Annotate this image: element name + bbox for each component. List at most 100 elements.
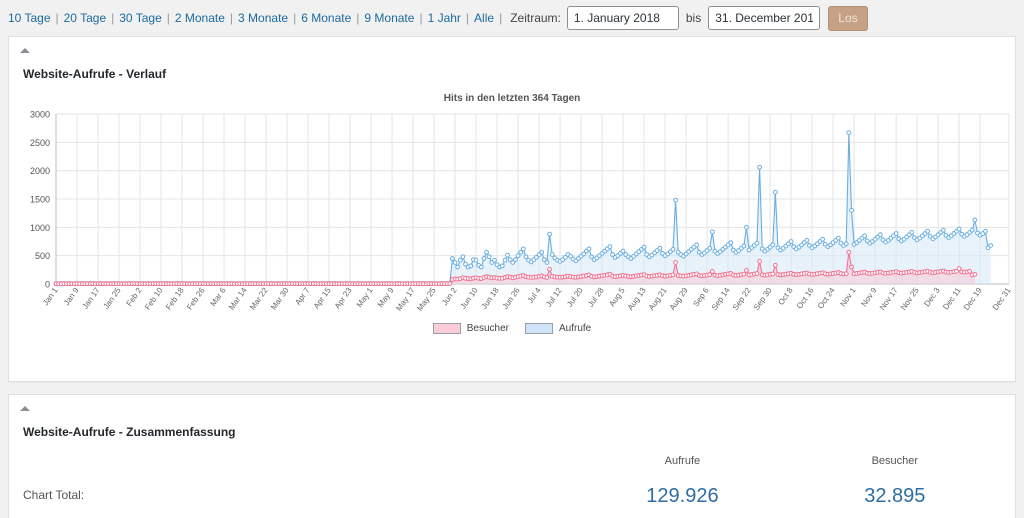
x-axis-tick: Sep 14: [710, 286, 732, 312]
range-separator: |: [55, 11, 59, 25]
date-to-input[interactable]: [708, 6, 821, 30]
x-axis-tick: Dec 31: [991, 286, 1013, 312]
y-axis-tick: 0: [45, 280, 50, 290]
date-from-input[interactable]: [566, 6, 679, 30]
summary-panel: Website-Aufrufe - Zusammenfassung Aufruf…: [8, 394, 1016, 518]
y-axis-tick: 1500: [30, 195, 50, 205]
x-axis-tick: Aug 5: [607, 286, 627, 309]
x-axis-tick: Apr 23: [333, 286, 354, 311]
x-axis-tick: Jul 20: [565, 286, 585, 309]
chart-container: Hits in den letzten 364 Tagen 0 500 1000 15…: [9, 81, 1015, 381]
range-separator: |: [229, 11, 234, 25]
y-axis-tick: 1000: [30, 223, 50, 233]
range-separator: |: [293, 11, 297, 25]
x-axis-tick: Jul 4: [526, 286, 543, 305]
x-axis-tick: Jul 12: [544, 286, 564, 309]
x-axis-tick: Mar 30: [269, 286, 291, 312]
chart-panel: Website-Aufrufe - Verlauf Hits in den le…: [8, 36, 1016, 382]
range-links-group: 10 Tage | 20 Tage | 30 Tage | 2 Monate | 3 Monat…: [8, 11, 507, 25]
x-axis-tick: Oct 8: [776, 286, 795, 307]
summary-panel-title: Website-Aufrufe - Zusammenfassung: [23, 425, 236, 439]
x-axis-tick: Jan 9: [62, 286, 81, 308]
x-axis-tick: Jun 26: [501, 286, 522, 311]
x-axis-tick: May 9: [376, 286, 396, 309]
x-axis-tick: Aug 21: [647, 286, 669, 312]
summary-spacer: [23, 453, 576, 473]
range-link-3-monate[interactable]: 3 Monate: [238, 11, 288, 25]
x-axis-tick: Jun 2: [440, 286, 459, 308]
summary-body: Aufrufe Besucher Chart Total: 129.926 32…: [9, 439, 1015, 518]
x-axis-tick: Jan 25: [101, 286, 122, 311]
x-axis-tick: Sep 6: [691, 286, 711, 309]
x-axis-tick: Nov 17: [878, 286, 900, 312]
x-axis-tick: Mar 14: [227, 286, 249, 312]
summary-total-row: Chart Total: 129.926 32.895: [9, 485, 1015, 508]
x-axis-tick: Mar 22: [248, 286, 270, 312]
y-axis-tick: 500: [35, 251, 50, 261]
x-axis-tick: Dec 3: [922, 286, 942, 309]
x-axis-tick: Feb 26: [185, 286, 207, 312]
x-axis-tick: Sep 22: [731, 286, 753, 312]
summary-col-aufrufe-head: Aufrufe: [576, 455, 788, 473]
x-axis-tick: Nov 1: [838, 286, 858, 309]
summary-header-besucher: Besucher: [871, 455, 919, 467]
triangle-up-icon[interactable]: [17, 43, 33, 57]
chart-title: Hits in den letzten 364 Tagen: [443, 93, 581, 104]
x-axis-tick: Aug 29: [668, 286, 690, 312]
range-link-2-monate[interactable]: 2 Monate: [175, 11, 225, 25]
range-separator: |: [166, 11, 170, 25]
x-axis-tick: Oct 24: [816, 286, 837, 311]
range-link-9-monate[interactable]: 9 Monate: [364, 11, 414, 25]
range-separator: |: [499, 11, 503, 25]
x-axis-tick: Feb 10: [143, 286, 165, 312]
x-axis-tick: Aug 13: [626, 286, 648, 312]
summary-col-besucher-head: Besucher: [789, 455, 1001, 473]
x-axis-tick: Jan 1: [41, 286, 60, 308]
triangle-up-icon[interactable]: [17, 401, 33, 415]
summary-col-besucher-value: 32.895: [789, 485, 1001, 508]
y-axis-tick: 2500: [30, 138, 50, 148]
summary-header-aufrufe: Aufrufe: [664, 455, 701, 467]
range-separator: |: [419, 11, 423, 25]
legend-label-aufrufe: Aufrufe: [559, 323, 592, 334]
range-link-30-tage[interactable]: 30 Tage: [119, 11, 162, 25]
x-axis-tick: Jun 18: [480, 286, 501, 311]
x-axis-tick: Dec 11: [941, 286, 963, 312]
range-link-6-monate[interactable]: 6 Monate: [301, 11, 351, 25]
x-axis-tick: Apr 7: [293, 286, 312, 307]
x-axis-tick: May 1: [355, 286, 375, 309]
summary-header-row: Aufrufe Besucher: [9, 453, 1015, 473]
submit-range-button[interactable]: Los: [828, 5, 868, 31]
range-link-10-tage[interactable]: 10 Tage: [8, 11, 51, 25]
hits-line-chart[interactable]: 0 500 1000 1500 2000 2500 3000 Jan 1 Jan 9 Jan 17…: [9, 104, 1015, 329]
summary-value-aufrufe: 129.926: [646, 485, 719, 507]
chart-legend: Besucher Aufrufe: [9, 323, 1015, 334]
x-axis-tick: Feb 2: [125, 286, 144, 308]
x-axis-tick: Jan 17: [80, 286, 101, 311]
x-axis-tick: Mar 6: [209, 286, 228, 308]
x-axis-tick: Apr 15: [312, 286, 333, 311]
x-axis-tick: May 25: [415, 286, 438, 313]
y-axis-tick: 3000: [30, 110, 50, 120]
bis-label: bis: [685, 11, 702, 25]
zeitraum-label: Zeitraum:: [510, 11, 561, 25]
legend-swatch-besucher: [432, 323, 461, 334]
legend-label-besucher: Besucher: [466, 323, 509, 334]
legend-swatch-aufrufe: [525, 323, 553, 334]
range-separator: |: [465, 11, 470, 25]
range-separator: |: [356, 11, 360, 25]
summary-row-label: Chart Total:: [23, 488, 85, 502]
legend-item-besucher[interactable]: Besucher: [432, 323, 509, 334]
range-link-20-tage[interactable]: 20 Tage: [64, 11, 107, 25]
x-axis-tick: Nov 9: [859, 286, 879, 309]
range-link-1-jahr[interactable]: 1 Jahr: [428, 11, 461, 25]
date-range-toolbar: 10 Tage | 20 Tage | 30 Tage | 2 Monate | 3 Monat…: [0, 0, 1024, 36]
range-link-alle[interactable]: Alle: [474, 11, 494, 25]
x-axis-tick: Dec 19: [962, 286, 984, 312]
summary-col-aufrufe-value: 129.926: [576, 485, 788, 508]
summary-value-besucher: 32.895: [864, 485, 926, 507]
x-axis-tick: Sep 30: [752, 286, 774, 312]
x-axis-tick: Feb 18: [164, 286, 186, 312]
legend-item-aufrufe[interactable]: Aufrufe: [525, 323, 591, 334]
range-separator: |: [111, 11, 115, 25]
